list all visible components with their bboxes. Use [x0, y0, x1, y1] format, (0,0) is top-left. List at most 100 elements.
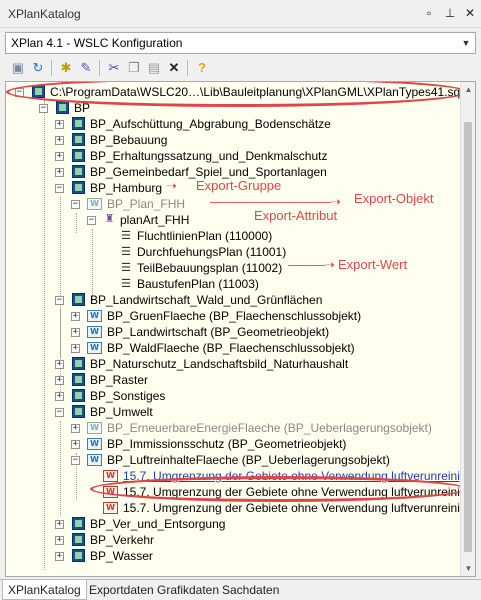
tree-node-label: planArt_FHH	[120, 213, 190, 227]
copy-icon[interactable]: ❐	[125, 59, 143, 77]
tree-node-group[interactable]: + BP_Bebauung	[6, 132, 461, 148]
tab-grafikdaten[interactable]: Grafikdaten	[152, 580, 224, 600]
tree-node-label: BP_GruenFlaeche (BP_Flaechenschlussobjek…	[107, 309, 362, 323]
expand-icon[interactable]: +	[55, 152, 64, 161]
tab-exportdaten[interactable]: Exportdaten	[84, 580, 159, 600]
scroll-thumb[interactable]	[464, 122, 472, 552]
tree-node-object-plan-fhh[interactable]: − W BP_Plan_FHH	[6, 196, 185, 212]
tree-node-group[interactable]: + BP_Erhaltungssatzung_und_Denkmalschutz	[6, 148, 461, 164]
tree-node-label: BP_Landwirtschaft_Wald_und_Grünflächen	[90, 293, 323, 307]
highlight-ellipse	[90, 476, 468, 502]
group-icon	[72, 405, 85, 418]
tree-node-label: BP_Landwirtschaft (BP_Geometrieobjekt)	[107, 325, 330, 339]
tree-node-attribute[interactable]: − ♜ planArt_FHH	[6, 212, 189, 228]
toolbar-separator	[51, 60, 52, 76]
paste-icon[interactable]: ▤	[145, 59, 163, 77]
edit-icon[interactable]: ✎	[77, 59, 95, 77]
group-icon	[72, 133, 85, 146]
chevron-down-icon[interactable]: ▼	[457, 33, 475, 53]
tree-node-label: BP_ErneuerbareEnergieFlaeche (BP_Ueberla…	[107, 421, 432, 435]
collapse-icon[interactable]: −	[71, 456, 80, 465]
configuration-select[interactable]: XPlan 4.1 - WSLC Konfiguration ▼	[5, 32, 476, 54]
expand-icon[interactable]: +	[55, 376, 64, 385]
expand-icon[interactable]: +	[71, 424, 80, 433]
tab-xplankatalog[interactable]: XPlanKatalog	[2, 580, 87, 600]
pin-icon[interactable]: ⊥	[442, 5, 458, 21]
object-icon: W	[87, 342, 102, 354]
expand-icon[interactable]: +	[55, 552, 64, 561]
group-icon	[72, 149, 85, 162]
annotation-arrow: ➝	[166, 178, 177, 193]
expand-icon[interactable]: +	[55, 120, 64, 129]
tree-node-subobject[interactable]: W 15.7. Umgrenzung der Gebiete ohne Verw…	[6, 500, 475, 516]
tree-node-label: BP_Hamburg	[90, 181, 163, 195]
expand-icon[interactable]: +	[55, 536, 64, 545]
tree-node-object[interactable]: + W BP_GruenFlaeche (BP_Flaechenschlusso…	[6, 308, 461, 324]
tree-node-object[interactable]: + W BP_ErneuerbareEnergieFlaeche (BP_Ueb…	[6, 420, 461, 436]
object-icon: W	[87, 454, 102, 466]
delete-icon[interactable]: ✕	[165, 59, 183, 77]
restore-icon[interactable]: ▫	[421, 5, 437, 21]
collapse-icon[interactable]: −	[71, 200, 80, 209]
tree-node-object[interactable]: + W BP_WaldFlaeche (BP_Flaechenschlussob…	[6, 340, 461, 356]
expand-icon[interactable]: +	[71, 312, 80, 321]
tree-node-object[interactable]: + W BP_Immissionsschutz (BP_Geometrieobj…	[6, 436, 461, 452]
expand-icon[interactable]: +	[55, 392, 64, 401]
collapse-icon[interactable]: −	[87, 216, 96, 225]
new-icon[interactable]: ✱	[57, 59, 75, 77]
save-icon[interactable]: ▣	[9, 59, 27, 77]
tree-node-group[interactable]: − BP_Landwirtschaft_Wald_und_Grünflächen	[6, 292, 461, 308]
tree-node-label: BP_Erhaltungssatzung_und_Denkmalschutz	[90, 149, 328, 163]
group-icon	[72, 533, 85, 546]
collapse-icon[interactable]: −	[55, 296, 64, 305]
expand-icon[interactable]: +	[55, 520, 64, 529]
tree-node-group[interactable]: + BP_Verkehr	[6, 532, 461, 548]
group-icon	[72, 117, 85, 130]
tree-node-group[interactable]: + BP_Aufschüttung_Abgrabung_Bodenschätze	[6, 116, 461, 132]
tree-node-group[interactable]: + BP_Raster	[6, 372, 461, 388]
tree-node-value[interactable]: ☰ TeilBebauungsplan (11002)	[6, 260, 296, 276]
toolbar-separator	[99, 60, 100, 76]
tree-node-label: 15.7. Umgrenzung der Gebiete ohne Verwen…	[123, 501, 476, 515]
subobject-icon: W	[103, 470, 118, 482]
subobject-icon: W	[103, 502, 118, 514]
group-icon	[72, 373, 85, 386]
tree-scrollbar[interactable]: ▲ ▼	[460, 82, 475, 576]
cut-icon[interactable]: ✂	[105, 59, 123, 77]
tree-node-value[interactable]: ☰ FluchtlinienPlan (110000)	[6, 228, 296, 244]
expand-icon[interactable]: +	[55, 168, 64, 177]
collapse-icon[interactable]: −	[55, 184, 64, 193]
tree-node-group[interactable]: + BP_Ver_und_Entsorgung	[6, 516, 461, 532]
help-icon[interactable]: ?	[193, 59, 211, 77]
scroll-up-icon[interactable]: ▲	[461, 82, 475, 97]
expand-icon[interactable]: +	[55, 136, 64, 145]
collapse-icon[interactable]: −	[55, 408, 64, 417]
group-icon	[56, 101, 69, 114]
tree-node-value[interactable]: ☰ DurchfuehungsPlan (11001)	[6, 244, 296, 260]
expand-icon[interactable]: +	[55, 360, 64, 369]
tree-node-group-hamburg[interactable]: − BP_Hamburg	[6, 180, 166, 196]
annotation-export-objekt: Export-Objekt	[354, 191, 434, 206]
expand-icon[interactable]: +	[71, 440, 80, 449]
tree-node-value[interactable]: ☰ BaustufenPlan (11003)	[6, 276, 296, 292]
tree-node-object[interactable]: − W BP_LuftreinhalteFlaeche (BP_Ueberlag…	[6, 452, 461, 468]
tree-node-object[interactable]: + W BP_Landwirtschaft (BP_Geometrieobjek…	[6, 324, 461, 340]
expand-icon[interactable]: +	[71, 344, 80, 353]
tree-node-group[interactable]: + BP_Wasser	[6, 548, 461, 564]
tree-node-label: BP_Wasser	[90, 549, 153, 563]
tab-sachdaten[interactable]: Sachdaten	[217, 580, 284, 600]
tree-node-label: BP_Umwelt	[90, 405, 153, 419]
expand-icon[interactable]: +	[71, 328, 80, 337]
scroll-down-icon[interactable]: ▼	[461, 561, 475, 576]
collapse-icon[interactable]: −	[39, 104, 48, 113]
refresh-icon[interactable]: ↻	[29, 59, 47, 77]
list-icon: ☰	[121, 262, 131, 274]
tree-node-label: BP_Bebauung	[90, 133, 168, 147]
tree-node-label: BP_Sonstiges	[90, 389, 166, 403]
tree-node-group[interactable]: + BP_Sonstiges	[6, 388, 461, 404]
catalog-tree[interactable]: − C:\ProgramData\WSLC20…\Lib\Bauleitplan…	[5, 81, 476, 577]
configuration-value: XPlan 4.1 - WSLC Konfiguration	[11, 36, 183, 50]
tree-node-group[interactable]: − BP_Umwelt	[6, 404, 461, 420]
close-icon[interactable]: ✕	[462, 5, 478, 21]
tree-node-group[interactable]: + BP_Naturschutz_Landschaftsbild_Naturha…	[6, 356, 461, 372]
